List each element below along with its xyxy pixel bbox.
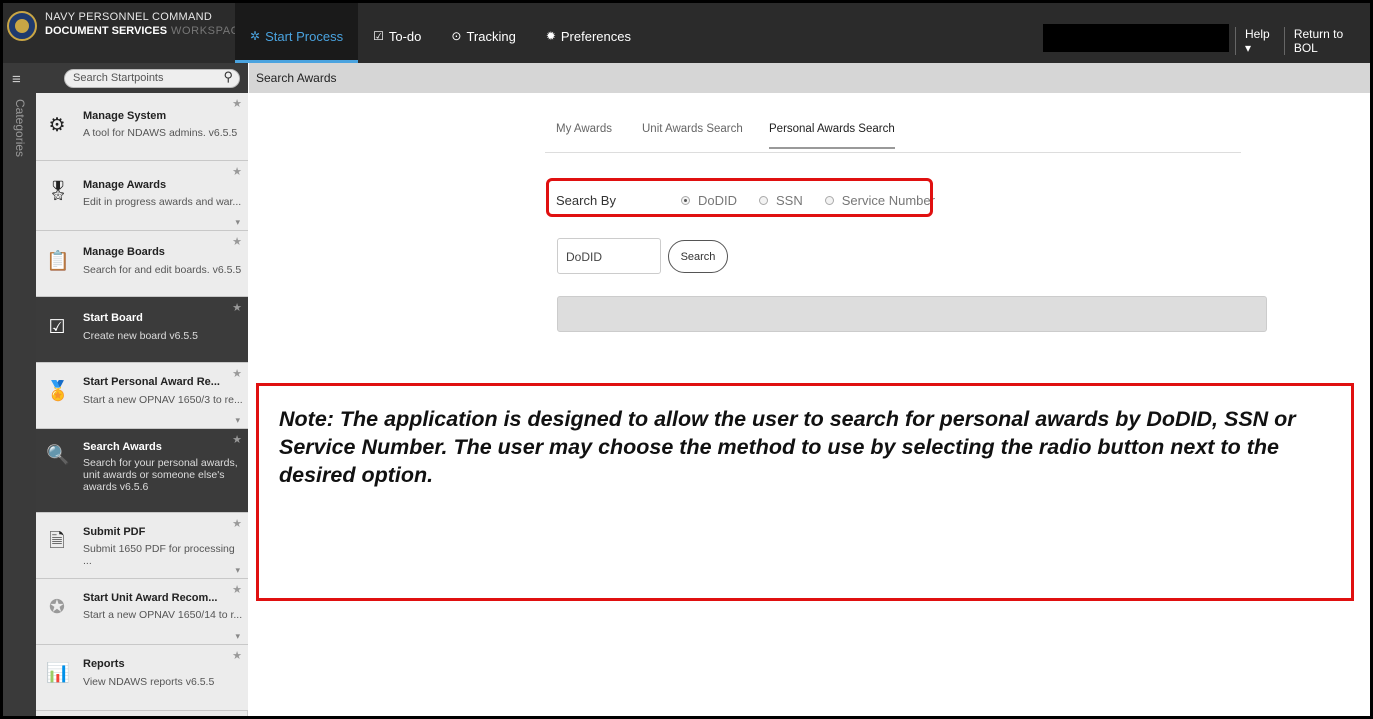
startpoint-list: ⚙ Manage System A tool for NDAWS admins.… <box>36 93 248 716</box>
clipboard-add-icon: ☑ <box>48 317 66 338</box>
startpoint-desc: Submit 1650 PDF for processing ... <box>83 543 235 567</box>
startpoint-title: Start Board <box>83 312 143 324</box>
favorite-star-icon[interactable]: ★ <box>232 583 242 596</box>
award-search-tabs: My Awards Unit Awards Search Personal Aw… <box>545 123 1241 153</box>
startpoint-title: Manage Boards <box>83 246 165 258</box>
startpoint-title: Start Unit Award Recom... <box>83 592 218 604</box>
award-ribbon-icon: 🏅 <box>46 381 70 402</box>
breadcrumb: Search Awards <box>249 63 1370 93</box>
brand-line-1: NAVY PERSONNEL COMMAND <box>45 11 213 23</box>
startpoint-title: Reports <box>83 658 125 670</box>
annotation-note-box: Note: The application is designed to all… <box>256 383 1354 601</box>
page-title: Search Awards <box>256 71 337 85</box>
favorite-star-icon[interactable]: ★ <box>232 367 242 380</box>
favorite-star-icon[interactable]: ★ <box>232 165 242 178</box>
pdf-upload-icon: 🗎 <box>49 531 65 552</box>
startpoint-submit-pdf[interactable]: 🗎 Submit PDF Submit 1650 PDF for process… <box>36 513 248 579</box>
category-rail: ≡ Categories <box>3 63 36 716</box>
startpoint-search-awards[interactable]: 🔍 Search Awards Search for your personal… <box>36 429 248 513</box>
tab-unit-awards-search[interactable]: Unit Awards Search <box>642 123 743 147</box>
startpoint-search-bar: Search Startpoints ⚲ <box>36 63 248 93</box>
brand-line-2: DOCUMENT SERVICES WORKSPACE <box>45 25 248 37</box>
startpoint-manage-awards[interactable]: 🎖 Manage Awards Edit in progress awards … <box>36 161 248 231</box>
startpoint-reports[interactable]: 📊 Reports View NDAWS reports v6.5.5 ★ <box>36 645 248 711</box>
startpoint-desc: A tool for NDAWS admins. v6.5.5 <box>83 127 238 139</box>
nav-tracking[interactable]: ⊙ Tracking <box>436 3 530 63</box>
chevron-down-icon[interactable]: ▾ <box>235 415 240 426</box>
startpoint-manage-boards[interactable]: 📋 Manage Boards Search for and edit boar… <box>36 231 248 297</box>
favorite-star-icon[interactable]: ★ <box>232 433 242 446</box>
medals-icon: 🎖 <box>46 181 71 202</box>
top-navigation-bar: NAVY PERSONNEL COMMAND DOCUMENT SERVICES… <box>3 3 1370 63</box>
magnifier-icon: 🔍 <box>46 445 70 466</box>
return-to-bol-link[interactable]: Return to BOL <box>1283 27 1370 55</box>
startpoint-desc: Start a new OPNAV 1650/3 to re... <box>83 394 243 406</box>
highlight-box-search-by <box>546 178 933 217</box>
chevron-down-icon[interactable]: ▾ <box>235 631 240 642</box>
favorite-star-icon[interactable]: ★ <box>232 649 242 662</box>
favorite-star-icon[interactable]: ★ <box>232 97 242 110</box>
dodid-placeholder: DoDID <box>566 250 603 264</box>
top-links: Help ▾ Return to BOL <box>1235 27 1370 55</box>
help-menu[interactable]: Help ▾ <box>1235 27 1284 55</box>
startpoint-title: Submit PDF <box>83 526 146 538</box>
startpoint-desc: Start a new OPNAV 1650/14 to r... <box>83 609 243 621</box>
annotation-note-text: Note: The application is designed to all… <box>279 407 1296 487</box>
startpoint-start-personal-award[interactable]: 🏅 Start Personal Award Re... Start a new… <box>36 363 248 429</box>
results-area <box>557 296 1267 332</box>
clipboard-clock-icon: 📋 <box>46 251 70 272</box>
tab-my-awards[interactable]: My Awards <box>556 123 612 147</box>
award-rosette-icon: ✪ <box>49 597 65 618</box>
startpoint-desc: View NDAWS reports v6.5.5 <box>83 676 215 688</box>
startpoint-title: Search Awards <box>83 441 162 453</box>
tab-personal-awards-search[interactable]: Personal Awards Search <box>769 123 895 149</box>
chevron-down-icon[interactable]: ▾ <box>235 565 240 576</box>
favorite-star-icon[interactable]: ★ <box>232 235 242 248</box>
gear-icon: ✹ <box>545 29 556 43</box>
nav-preferences[interactable]: ✹ Preferences <box>531 3 646 63</box>
nav-todo[interactable]: ☑ To-do <box>358 3 436 63</box>
chevron-down-icon[interactable]: ▾ <box>235 217 240 228</box>
gear-outline-icon: ✲ <box>250 29 261 43</box>
app-brand: NAVY PERSONNEL COMMAND DOCUMENT SERVICES… <box>45 10 247 38</box>
startpoint-search-input[interactable]: Search Startpoints ⚲ <box>64 69 240 88</box>
categories-label[interactable]: Categories <box>13 99 27 157</box>
startpoint-desc: Edit in progress awards and war... <box>83 196 242 208</box>
startpoint-title: Manage System <box>83 110 167 122</box>
startpoint-desc: Create new board v6.5.5 <box>83 330 198 342</box>
checkbox-icon: ☑ <box>373 29 384 43</box>
main-nav: ✲ Start Process ☑ To-do ⊙ Tracking ✹ Prefere… <box>235 3 646 63</box>
search-button[interactable]: Search <box>668 240 728 273</box>
startpoint-title: Start Personal Award Re... <box>83 376 220 388</box>
startpoint-start-board[interactable]: ☑ Start Board Create new board v6.5.5 ★ <box>36 297 248 363</box>
startpoint-desc: Search for your personal awards, unit aw… <box>83 457 238 493</box>
startpoint-title: Manage Awards <box>83 179 167 191</box>
hamburger-menu-icon[interactable]: ≡ <box>12 71 21 88</box>
startpoint-desc: Search for and edit boards. v6.5.5 <box>83 264 242 276</box>
target-icon: ⊙ <box>451 29 462 43</box>
startpoint-manage-system[interactable]: ⚙ Manage System A tool for NDAWS admins.… <box>36 93 248 161</box>
navy-seal-logo <box>7 11 37 41</box>
report-icon: 📊 <box>46 663 70 684</box>
gear-icon: ⚙ <box>48 115 66 136</box>
nav-start-process[interactable]: ✲ Start Process <box>235 3 359 63</box>
dodid-input[interactable]: DoDID <box>557 238 661 274</box>
search-icon[interactable]: ⚲ <box>223 69 233 85</box>
startpoint-start-unit-award[interactable]: ✪ Start Unit Award Recom... Start a new … <box>36 579 248 645</box>
search-placeholder: Search Startpoints <box>73 72 164 84</box>
redacted-user-area <box>1043 24 1229 52</box>
favorite-star-icon[interactable]: ★ <box>232 301 242 314</box>
favorite-star-icon[interactable]: ★ <box>232 517 242 530</box>
